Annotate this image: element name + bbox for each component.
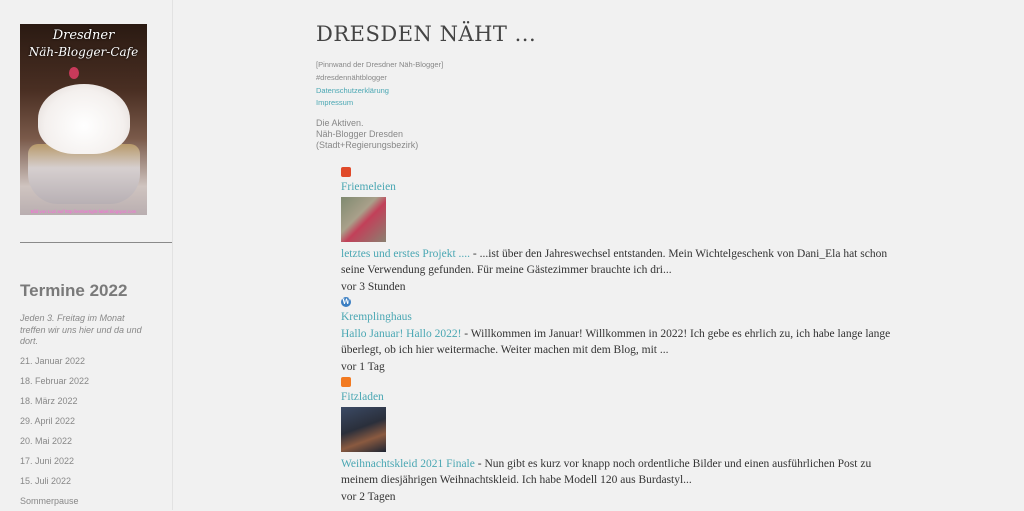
feed-item: Friemeleien letztes und erstes Projekt .…: [341, 167, 896, 295]
aktive-region: (Stadt+Regierungsbezirk): [316, 140, 419, 150]
wordpress-icon: W: [341, 297, 351, 307]
impressum-link[interactable]: Impressum: [316, 98, 353, 107]
post-thumbnail[interactable]: [341, 196, 386, 242]
termine-date: 15. Juli 2022: [20, 476, 72, 486]
post-thumbnail[interactable]: [341, 406, 386, 452]
termine-date: 20. Mai 2022: [20, 436, 73, 446]
termine-heading: Termine 2022: [20, 281, 128, 300]
logo-cream-shape: [38, 84, 130, 154]
logo-line1: Dresdner: [52, 28, 115, 43]
feed-item: W Kremplinghaus Hallo Januar! Hallo 2022…: [341, 297, 896, 375]
post-time: vor 2 Tagen: [341, 490, 396, 503]
termine-date: 18. März 2022: [20, 396, 78, 406]
logo-credit: Bild von Luzi auf http://embertight-labe…: [30, 209, 137, 214]
aktive-subtitle: Näh-Blogger Dresden: [316, 129, 404, 139]
termine-description: Jeden 3. Freitag im Monat treffen wir un…: [20, 313, 142, 346]
post-title-link[interactable]: letztes und erstes Projekt ....: [341, 248, 470, 260]
blogger-icon: [341, 377, 351, 387]
pinnwand-text: [Pinnwand der Dresdner Näh-Blogger]: [316, 60, 444, 69]
logo-berry-shape: [69, 67, 79, 79]
sidebar-divider: [20, 242, 172, 243]
favicon-red-icon: [341, 167, 351, 177]
logo-line2: Näh-Blogger-Cafe: [28, 45, 139, 59]
post-time: vor 1 Tag: [341, 360, 385, 373]
termine-date: Sommerpause: [20, 496, 79, 506]
post-time: vor 3 Stunden: [341, 280, 406, 293]
termine-date: 29. April 2022: [20, 416, 76, 426]
hashtag-text: #dresdennähtblogger: [316, 73, 387, 82]
main-content: DRESDEN NÄHT ... [Pinnwand der Dresdner …: [316, 0, 1016, 510]
site-title[interactable]: DRESDEN NÄHT ...: [316, 22, 536, 46]
blog-name-link[interactable]: Fitzladen: [341, 389, 896, 406]
blog-feed: Friemeleien letztes und erstes Projekt .…: [341, 165, 896, 505]
blog-name-link[interactable]: Kremplinghaus: [341, 309, 896, 326]
termine-date: 21. Januar 2022: [20, 356, 86, 366]
aktive-block: Die Aktiven. Näh-Blogger Dresden (Stadt+…: [316, 118, 418, 151]
feed-item: Fitzladen Weihnachtskleid 2021 Finale - …: [341, 377, 896, 505]
sidebar: Dresdner Näh-Blogger-Cafe Bild von Luzi …: [0, 0, 173, 510]
post-title-link[interactable]: Hallo Januar! Hallo 2022!: [341, 328, 461, 340]
cafe-logo-image[interactable]: Dresdner Näh-Blogger-Cafe Bild von Luzi …: [20, 24, 147, 215]
termine-date: 18. Februar 2022: [20, 376, 90, 386]
datenschutz-link[interactable]: Datenschutzerklärung: [316, 86, 389, 95]
termine-date: 17. Juni 2022: [20, 456, 75, 466]
blog-name-link[interactable]: Friemeleien: [341, 179, 896, 196]
aktive-heading: Die Aktiven.: [316, 118, 364, 128]
post-title-link[interactable]: Weihnachtskleid 2021 Finale: [341, 458, 475, 470]
termine-list: 21. Januar 2022 18. Februar 2022 18. Mär…: [20, 351, 89, 511]
